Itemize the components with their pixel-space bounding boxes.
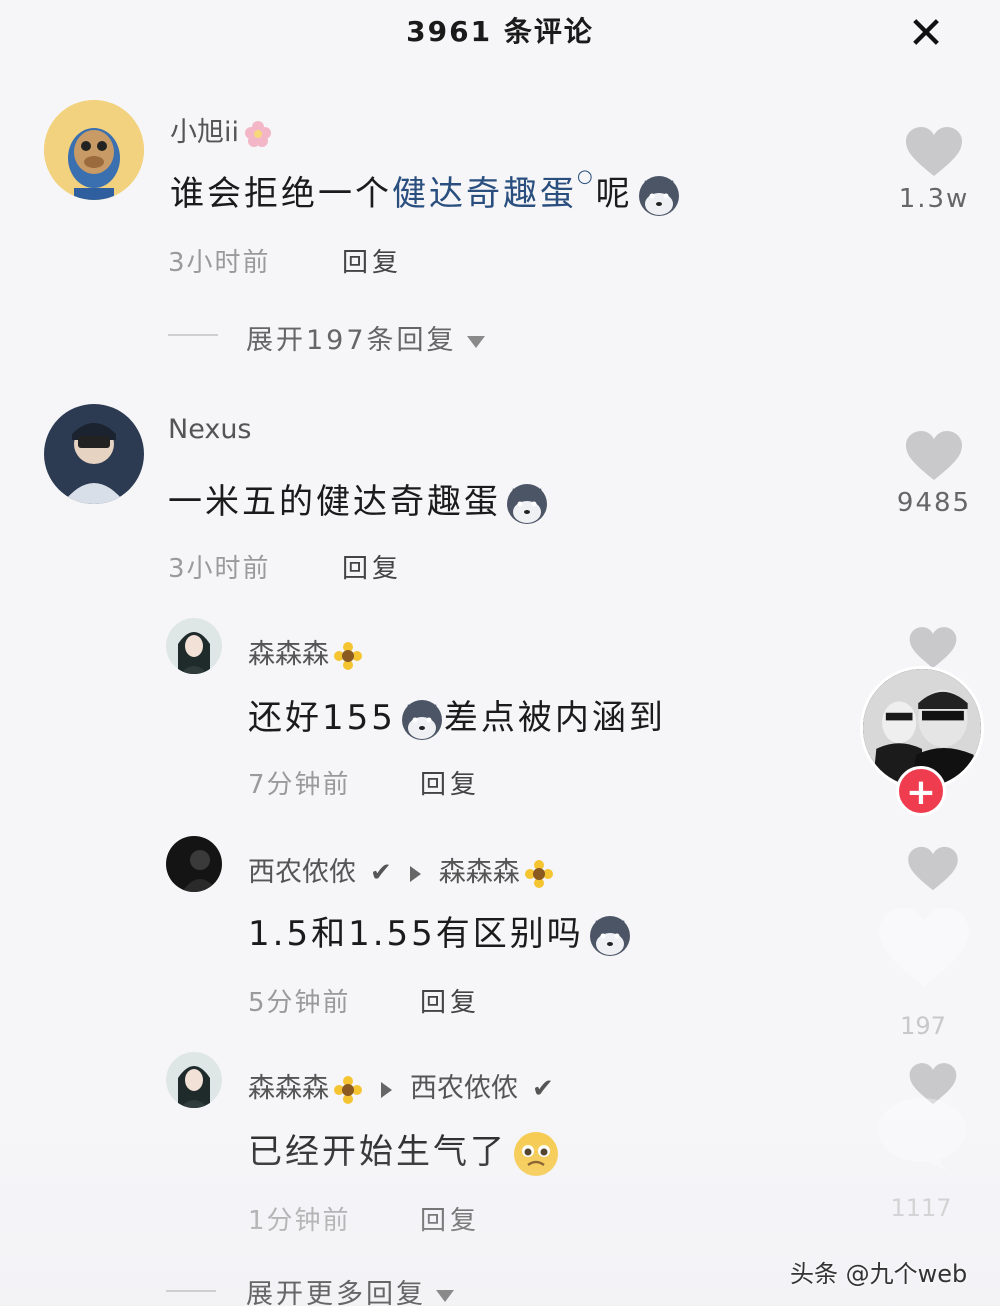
avatar[interactable] [166,618,222,674]
comment-time: 3小时前 [168,554,271,584]
like-button[interactable] [906,846,960,892]
comment-time: 1分钟前 [248,1206,351,1236]
reply-button[interactable]: 回复 [420,1200,480,1237]
expand-replies-button[interactable]: 展开197条回复 [246,318,485,357]
divider [168,334,218,336]
reply-button[interactable]: 回复 [342,548,402,585]
username[interactable]: 西农侬侬 ✔ 森森森 [248,850,554,889]
username[interactable]: 森森森 西农侬侬 ✔ [248,1066,554,1105]
expand-more-replies-button[interactable]: 展开更多回复 [246,1272,454,1306]
reply-arrow-icon [381,1081,392,1098]
like-count: 1.3w [898,184,970,214]
chevron-down-icon [466,335,485,348]
reply-button[interactable]: 回复 [420,982,480,1019]
reply-to-username[interactable]: 森森森 [439,857,520,888]
sunflower-icon [333,641,363,671]
ghost-heart-icon [876,906,972,990]
heart-icon [906,431,962,480]
comment-text: 1.5和1.55有区别吗 [248,906,632,958]
comment-count-title: 3961 条评论 [406,15,594,48]
husky-emoji-icon [588,914,632,958]
avatar[interactable] [44,100,144,200]
watermark: 头条 @九个web [790,1260,968,1288]
user-avatar-icon [166,1052,222,1108]
sunflower-icon [333,1075,363,1105]
user-avatar-icon [166,836,222,892]
heart-icon [906,127,962,176]
username[interactable]: Nexus [168,414,252,445]
follow-button[interactable]: + [896,766,946,816]
divider [166,1290,216,1292]
heart-icon [909,627,957,668]
reply-arrow-icon [409,865,421,882]
verified-icon: ✔ [532,1074,554,1104]
husky-emoji-icon [505,482,549,526]
comment-time: 7分钟前 [248,770,351,800]
like-button[interactable] [908,626,958,670]
reply-button[interactable]: 回复 [342,242,402,279]
close-button[interactable]: ✕ [904,12,948,56]
avatar[interactable] [166,1052,222,1108]
like-button[interactable] [904,430,964,482]
reply-to-username[interactable]: 西农侬侬 [410,1073,518,1104]
comment-text: 谁会拒绝一个健达奇趣蛋○呢 [170,166,681,218]
ape-avatar-icon [44,100,144,200]
ghost-comment-count: 1117 [890,1194,952,1222]
husky-emoji-icon [637,174,681,218]
like-button[interactable] [904,126,964,178]
chevron-down-icon [436,1289,454,1302]
husky-emoji-icon [400,698,444,742]
verified-icon: ✔ [370,858,392,888]
user-avatar-icon [166,618,222,674]
ghost-comment-icon [876,1094,968,1174]
product-link[interactable]: 健达奇趣蛋 [392,174,577,214]
ghost-like-count: 197 [900,1012,946,1040]
comment-time: 5分钟前 [248,988,351,1018]
username[interactable]: 森森森 [248,632,363,671]
flower-icon [243,119,273,149]
comments-header: 3961 条评论 ✕ [0,0,1000,70]
comment-time: 3小时前 [168,248,271,278]
reply-button[interactable]: 回复 [420,764,480,801]
pleading-emoji-icon [511,1129,561,1179]
avatar[interactable] [44,404,144,504]
avatar[interactable] [166,836,222,892]
comment-text: 已经开始生气了 [248,1124,561,1179]
search-icon: ○ [577,166,596,187]
comment-text: 一米五的健达奇趣蛋 [168,474,549,526]
heart-icon [908,846,958,891]
sunflower-icon [524,859,554,889]
comment-text: 还好155 差点被内涵到 [248,690,666,742]
like-count: 9485 [896,488,972,518]
username[interactable]: 小旭ii [170,110,273,149]
user-avatar-icon [44,404,144,504]
